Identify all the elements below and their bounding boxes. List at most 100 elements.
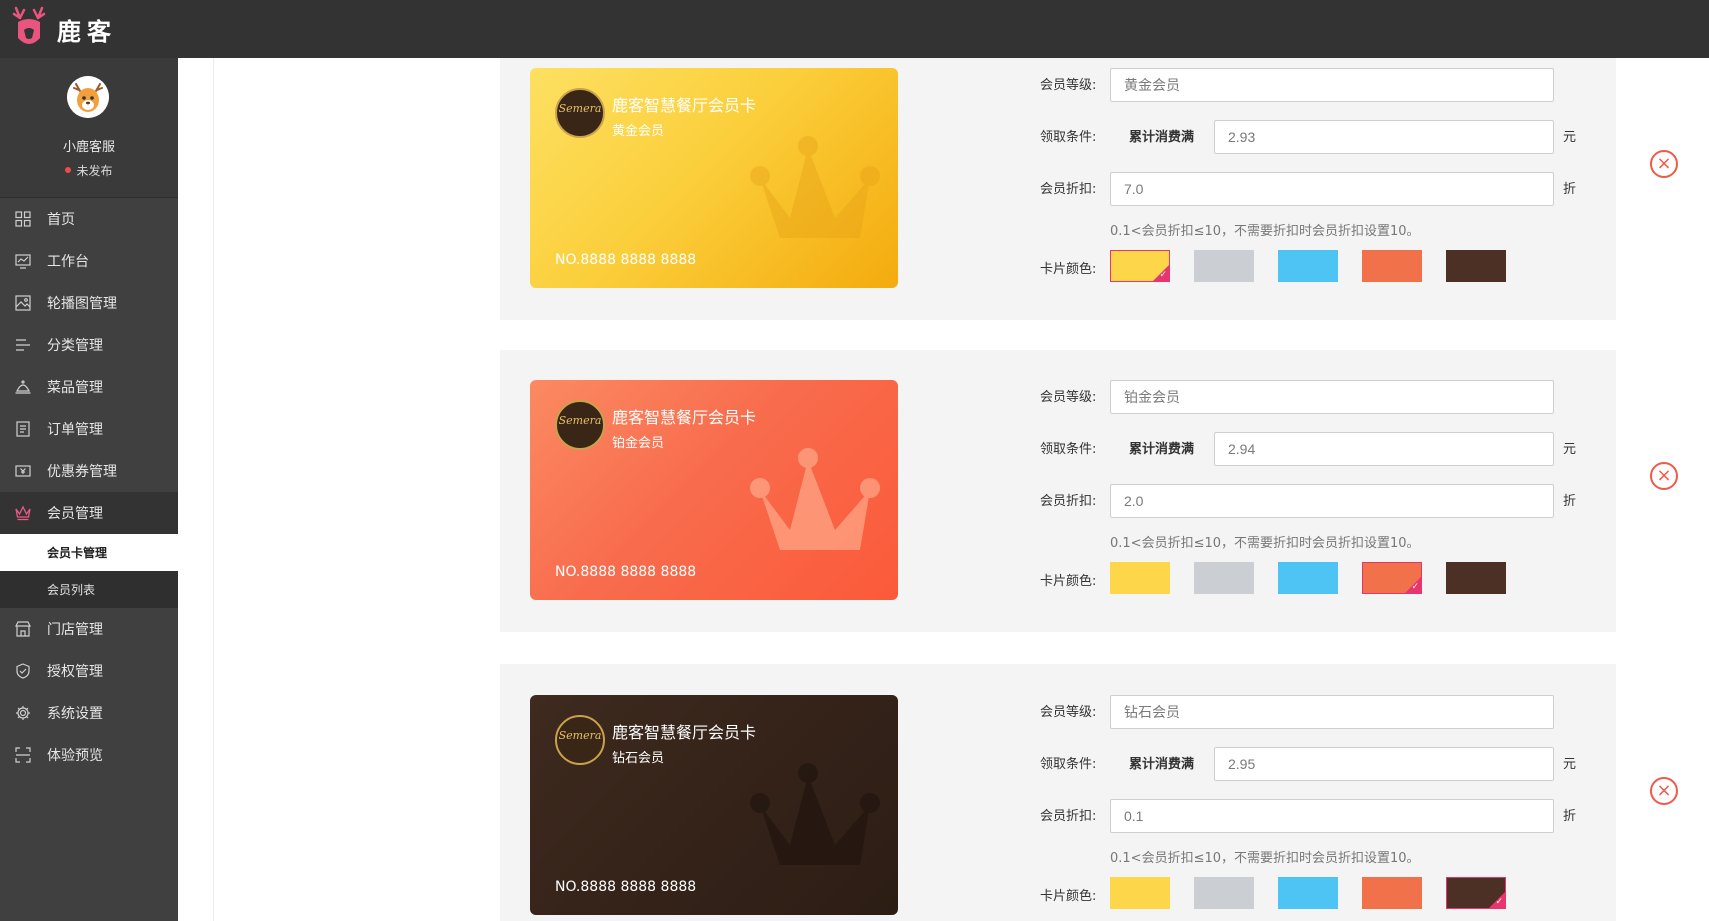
discount-label: 会员折扣:: [1040, 182, 1097, 197]
color-swatch-yellow[interactable]: ✓: [1110, 250, 1170, 282]
discount-input[interactable]: 0.1: [1110, 799, 1554, 833]
color-swatch-brown[interactable]: [1446, 250, 1506, 282]
color-label: 卡片颜色:: [1040, 574, 1097, 589]
crown-watermark-icon: [750, 448, 880, 550]
close-icon: ×: [1656, 153, 1672, 174]
color-swatch-brown[interactable]: [1446, 562, 1506, 594]
delete-card-button[interactable]: ×: [1650, 150, 1678, 178]
close-icon: ×: [1656, 465, 1672, 486]
sidebar-item-stores[interactable]: 门店管理: [0, 608, 178, 650]
color-swatch-yellow[interactable]: [1110, 877, 1170, 909]
color-swatch-gray[interactable]: [1194, 562, 1254, 594]
document-icon: [14, 420, 32, 438]
color-swatch-orange[interactable]: [1362, 250, 1422, 282]
delete-card-button[interactable]: ×: [1650, 462, 1678, 490]
sidebar-item-label: 分类管理: [47, 338, 103, 354]
crown-icon: [14, 504, 32, 522]
sidebar-item-workbench[interactable]: 工作台: [0, 240, 178, 282]
card-number: NO.8888 8888 8888: [555, 252, 697, 268]
sidebar-item-label: 会员管理: [47, 506, 103, 522]
discount-hint: 0.1<会员折扣≤10，不需要折扣时会员折扣设置10。: [1110, 851, 1420, 866]
coupon-icon: [14, 462, 32, 480]
sidebar-item-members[interactable]: 会员管理: [0, 492, 178, 534]
unit-zhe: 折: [1563, 494, 1577, 509]
check-mark-icon: ✓: [1159, 270, 1167, 280]
unit-yuan: 元: [1563, 757, 1577, 772]
color-swatch-blue[interactable]: [1278, 877, 1338, 909]
restaurant-logo: Semera: [555, 400, 605, 450]
sidebar-item-orders[interactable]: 订单管理: [0, 408, 178, 450]
unit-yuan: 元: [1563, 442, 1577, 457]
color-swatch-brown[interactable]: ✓: [1446, 877, 1506, 909]
sidebar-item-label: 系统设置: [47, 706, 103, 722]
color-swatch-blue[interactable]: [1278, 250, 1338, 282]
card-level: 铂金会员: [612, 436, 665, 451]
sidebar-item-label: 授权管理: [47, 664, 103, 680]
sidebar-item-dishes[interactable]: 菜品管理: [0, 366, 178, 408]
color-swatch-yellow[interactable]: [1110, 562, 1170, 594]
level-label: 会员等级:: [1040, 78, 1097, 93]
color-label: 卡片颜色:: [1040, 889, 1097, 904]
gear-icon: [14, 704, 32, 722]
sidebar-subitem-label: 会员列表: [47, 583, 96, 597]
color-swatch-orange[interactable]: ✓: [1362, 562, 1422, 594]
sidebar-item-settings[interactable]: 系统设置: [0, 692, 178, 734]
sidebar-item-category[interactable]: 分类管理: [0, 324, 178, 366]
condition-input[interactable]: 2.95: [1214, 747, 1554, 781]
top-bar: 鹿客: [0, 0, 1709, 58]
condition-input[interactable]: 2.94: [1214, 432, 1554, 466]
discount-label: 会员折扣:: [1040, 809, 1097, 824]
color-swatch-gray[interactable]: [1194, 250, 1254, 282]
sidebar-item-preview[interactable]: 体验预览: [0, 734, 178, 776]
condition-label: 领取条件:: [1040, 757, 1097, 772]
dish-cover-icon: [14, 378, 32, 396]
card-preview: Semera 鹿客智慧餐厅会员卡 钻石会员 NO.8888 8888 8888: [530, 695, 898, 915]
avatar[interactable]: [67, 76, 109, 118]
sidebar-item-label: 门店管理: [47, 622, 103, 638]
sidebar-subitem-member-list[interactable]: 会员列表: [0, 571, 178, 608]
member-card-panel: Semera 鹿客智慧餐厅会员卡 铂金会员 NO.8888 8888 8888 …: [500, 350, 1678, 632]
sidebar-item-label: 优惠券管理: [47, 464, 117, 480]
card-level: 黄金会员: [612, 124, 665, 139]
color-swatch-blue[interactable]: [1278, 562, 1338, 594]
content-divider: [213, 58, 214, 921]
level-input[interactable]: 铂金会员: [1110, 380, 1554, 414]
color-label: 卡片颜色:: [1040, 262, 1097, 277]
member-card-panel: Semera 鹿客智慧餐厅会员卡 黄金会员 NO.8888 8888 8888 …: [500, 58, 1678, 320]
scan-icon: [14, 746, 32, 764]
level-label: 会员等级:: [1040, 705, 1097, 720]
discount-input[interactable]: 2.0: [1110, 484, 1554, 518]
card-level: 钻石会员: [612, 751, 665, 766]
sidebar: 小鹿客服 未发布 首页 工作台 轮播图管理 分类管理 菜品管理 订单管理 优惠券…: [0, 58, 178, 921]
card-name: 鹿客智慧餐厅会员卡: [612, 408, 757, 427]
condition-label: 领取条件:: [1040, 442, 1097, 457]
condition-text: 累计消费满: [1129, 757, 1195, 772]
image-icon: [14, 294, 32, 312]
level-input[interactable]: 黄金会员: [1110, 68, 1554, 102]
sidebar-item-coupons[interactable]: 优惠券管理: [0, 450, 178, 492]
sidebar-item-label: 轮播图管理: [47, 296, 117, 312]
sidebar-item-label: 订单管理: [47, 422, 103, 438]
profile-panel: 小鹿客服 未发布: [0, 58, 178, 198]
condition-input[interactable]: 2.93: [1214, 120, 1554, 154]
sidebar-item-authorization[interactable]: 授权管理: [0, 650, 178, 692]
sidebar-item-banner[interactable]: 轮播图管理: [0, 282, 178, 324]
condition-text: 累计消费满: [1129, 130, 1195, 145]
logo-text: Semera: [558, 102, 602, 115]
delete-card-button[interactable]: ×: [1650, 777, 1678, 805]
condition-text: 累计消费满: [1129, 442, 1195, 457]
card-preview: Semera 鹿客智慧餐厅会员卡 铂金会员 NO.8888 8888 8888: [530, 380, 898, 600]
level-input[interactable]: 钻石会员: [1110, 695, 1554, 729]
discount-input[interactable]: 7.0: [1110, 172, 1554, 206]
restaurant-logo: Semera: [555, 88, 605, 138]
monitor-icon: [14, 252, 32, 270]
color-swatch-gray[interactable]: [1194, 877, 1254, 909]
sidebar-item-label: 首页: [47, 212, 75, 228]
deer-logo-icon: [12, 6, 46, 44]
color-swatch-orange[interactable]: [1362, 877, 1422, 909]
profile-name: 小鹿客服: [62, 140, 115, 155]
card-preview: Semera 鹿客智慧餐厅会员卡 黄金会员 NO.8888 8888 8888: [530, 68, 898, 288]
sidebar-item-home[interactable]: 首页: [0, 198, 178, 240]
sidebar-subitem-member-card[interactable]: 会员卡管理: [0, 534, 178, 571]
brand-name: 鹿客: [57, 18, 117, 46]
